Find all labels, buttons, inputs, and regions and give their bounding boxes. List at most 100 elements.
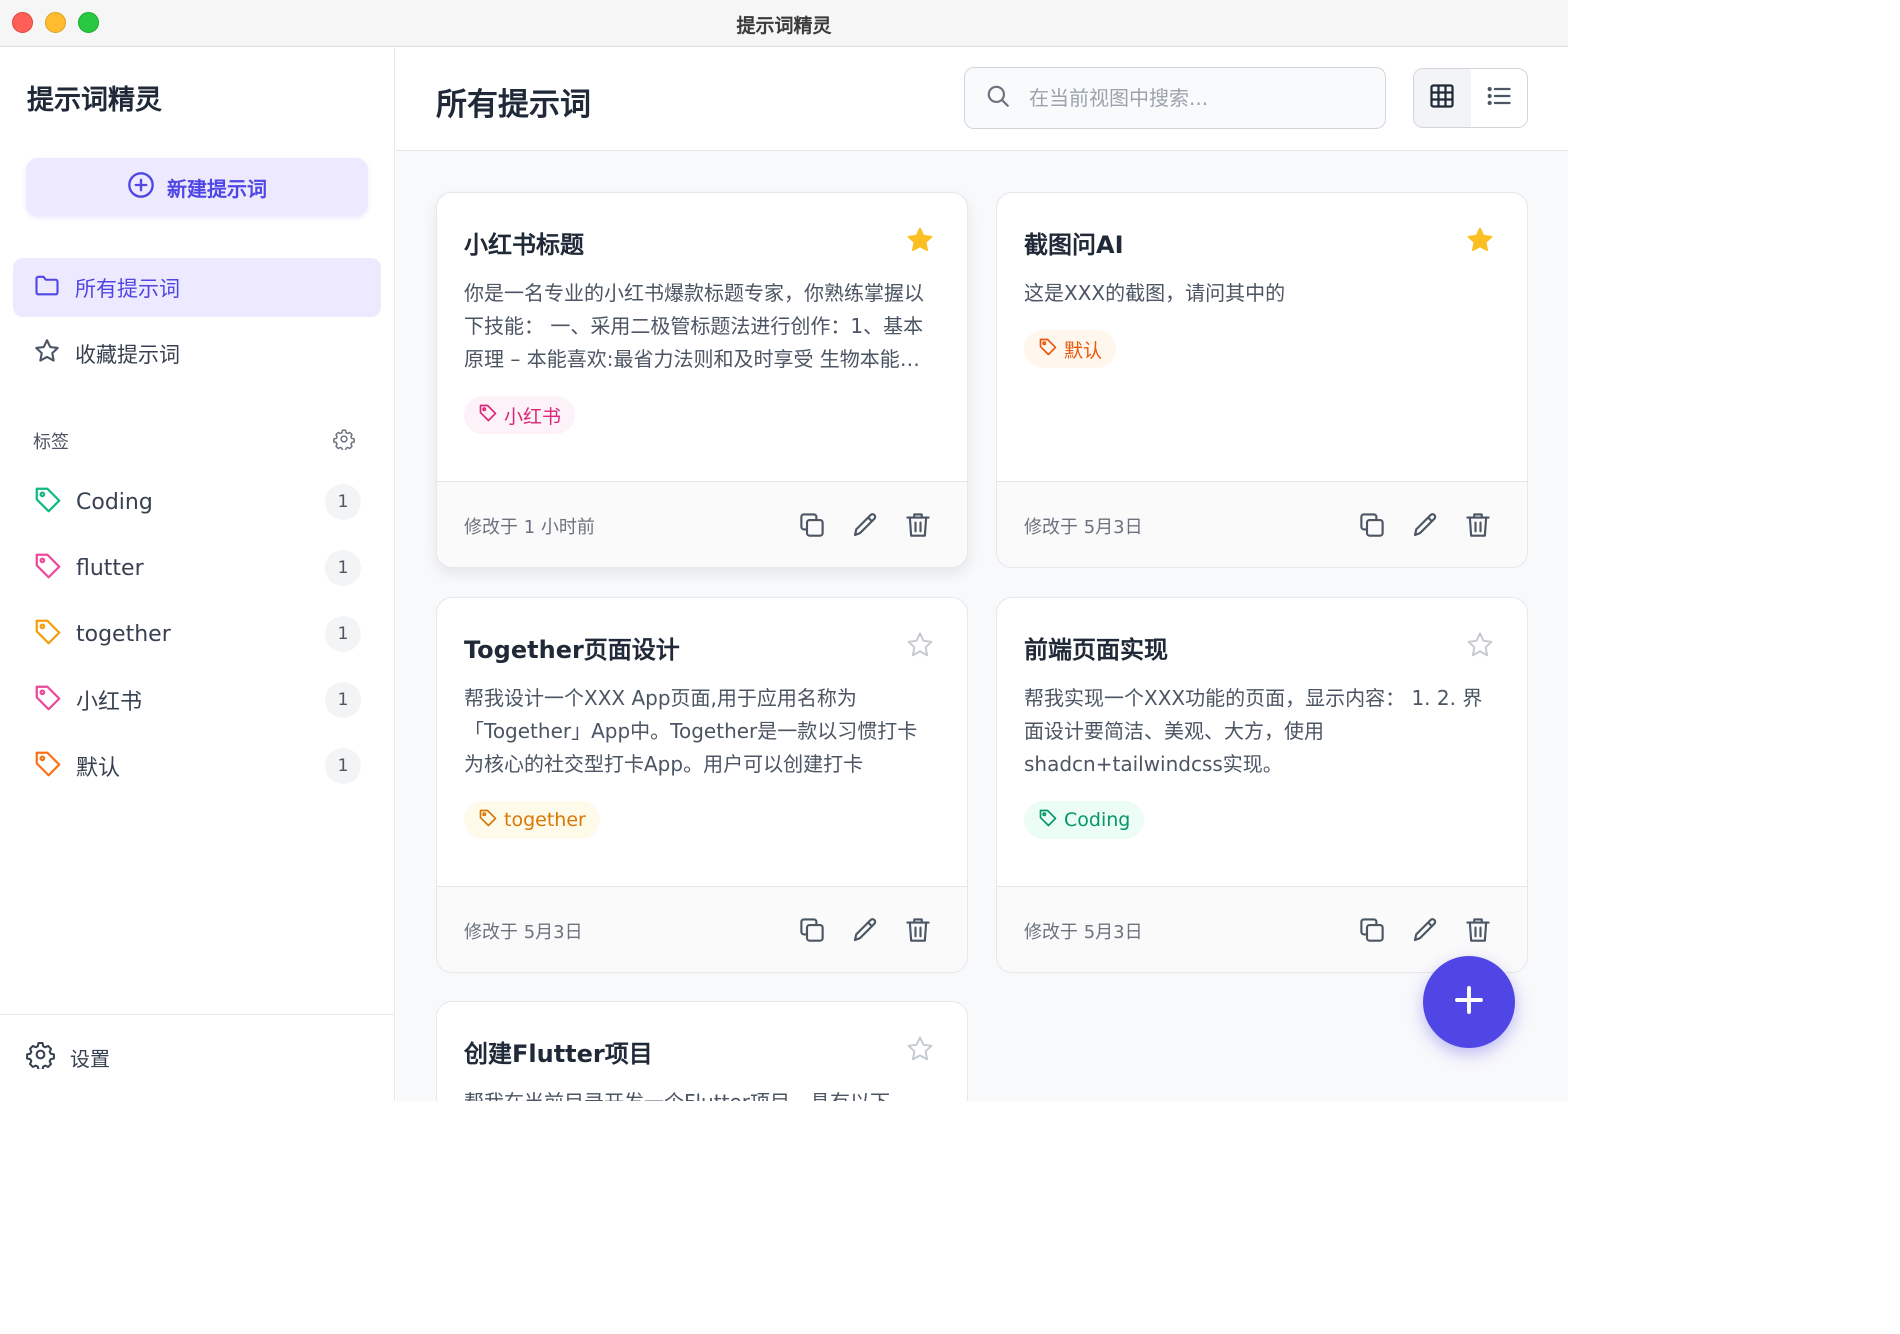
main-header: 所有提示词 <box>396 48 1568 151</box>
favorite-star-outline-icon[interactable] <box>905 630 935 660</box>
trash-icon[interactable] <box>1463 510 1493 540</box>
card-footer: 修改于 5月3日 <box>437 886 967 972</box>
modified-time: 修改于 5月3日 <box>464 922 583 943</box>
favorite-star-outline-icon[interactable] <box>1465 630 1495 660</box>
tag-name: together <box>76 621 171 647</box>
card-tag-label: 默认 <box>1064 339 1103 362</box>
list-icon <box>1485 82 1513 114</box>
edit-pencil-icon[interactable] <box>1410 510 1440 540</box>
tags-header: 标签 <box>33 428 355 454</box>
card-tag-label: 小红书 <box>504 405 562 428</box>
tag-settings-gear-icon[interactable] <box>333 428 355 454</box>
page-title: 所有提示词 <box>436 87 591 123</box>
grid-view-button[interactable] <box>1414 69 1471 127</box>
tag-icon <box>33 617 63 651</box>
new-prompt-label: 新建提示词 <box>167 176 267 201</box>
card-footer: 修改于 5月3日 <box>997 481 1527 567</box>
edit-pencil-icon[interactable] <box>850 915 880 945</box>
settings-button[interactable]: 设置 <box>26 1040 110 1074</box>
card-tag-chip[interactable]: Coding <box>1024 801 1145 839</box>
tag-count-badge: 1 <box>325 484 361 520</box>
new-prompt-button[interactable]: 新建提示词 <box>26 158 368 216</box>
card-description: 帮我设计一个XXX App页面,用于应用名称为「Together」App中。To… <box>464 686 918 776</box>
tag-icon <box>478 808 498 833</box>
edit-pencil-icon[interactable] <box>1410 915 1440 945</box>
card-title: 前端页面实现 <box>1024 636 1168 664</box>
settings-label: 设置 <box>70 1046 110 1071</box>
tag-name: flutter <box>76 555 144 581</box>
plus-icon <box>1451 982 1487 1022</box>
add-prompt-fab[interactable] <box>1423 956 1515 1048</box>
nav-all-prompts[interactable]: 所有提示词 <box>13 258 381 317</box>
plus-circle-icon <box>127 171 155 204</box>
edit-pencil-icon[interactable] <box>850 510 880 540</box>
sidebar-tag-xiaohongshu[interactable]: 小红书 1 <box>33 675 361 725</box>
title-bar: 提示词精灵 <box>0 0 1568 47</box>
favorite-star-outline-icon[interactable] <box>905 1034 935 1064</box>
card-title: Together页面设计 <box>464 636 680 664</box>
sidebar: 提示词精灵 新建提示词 所有提示词 收藏提示词 标签 Coding 1 flut… <box>0 48 395 1101</box>
card-tag-label: together <box>504 809 586 831</box>
folder-icon <box>33 271 61 304</box>
sidebar-tag-together[interactable]: together 1 <box>33 609 361 659</box>
nav-favorite-prompts[interactable]: 收藏提示词 <box>13 324 381 383</box>
card-tag-chip[interactable]: together <box>464 801 600 839</box>
search-box[interactable] <box>964 67 1386 129</box>
modified-time: 修改于 1 小时前 <box>464 517 595 538</box>
sidebar-tag-coding[interactable]: Coding 1 <box>33 477 361 527</box>
trash-icon[interactable] <box>903 915 933 945</box>
card-title: 创建Flutter项目 <box>464 1040 653 1068</box>
modified-time: 修改于 5月3日 <box>1024 517 1143 538</box>
card-description: 你是一名专业的小红书爆款标题专家，你熟练掌握以下技能： 一、采用二极管标题法进行… <box>464 281 924 371</box>
prompt-card[interactable]: Together页面设计 帮我设计一个XXX App页面,用于应用名称为「Tog… <box>436 597 968 973</box>
view-toggle <box>1413 68 1528 128</box>
tag-name: 默认 <box>76 756 121 781</box>
favorite-star-icon[interactable] <box>905 225 935 255</box>
tag-name: 小红书 <box>76 690 143 715</box>
card-tag-chip[interactable]: 默认 <box>1024 330 1117 368</box>
sidebar-tag-flutter[interactable]: flutter 1 <box>33 543 361 593</box>
prompt-card[interactable]: 创建Flutter项目 帮我在当前目录开发一个Flutter项目，具有以下 <box>436 1001 968 1101</box>
copy-icon[interactable] <box>1357 915 1387 945</box>
copy-icon[interactable] <box>1357 510 1387 540</box>
tag-count-badge: 1 <box>325 682 361 718</box>
gear-icon <box>26 1040 55 1074</box>
sidebar-divider <box>0 1014 395 1015</box>
grid-icon <box>1428 82 1456 114</box>
search-input[interactable] <box>1029 86 1359 110</box>
prompt-card[interactable]: 前端页面实现 帮我实现一个XXX功能的页面，显示内容： 1. 2. 界面设计要简… <box>996 597 1528 973</box>
tag-icon <box>33 551 63 585</box>
trash-icon[interactable] <box>903 510 933 540</box>
trash-icon[interactable] <box>1463 915 1493 945</box>
main-content: 所有提示词 小红书标题 你是一名专业的小红书爆款标题专 <box>396 48 1568 1101</box>
card-tag-chip[interactable]: 小红书 <box>464 396 576 434</box>
tag-icon <box>33 749 63 783</box>
tag-name: Coding <box>76 489 153 515</box>
sidebar-tag-default[interactable]: 默认 1 <box>33 741 361 791</box>
favorite-star-icon[interactable] <box>1465 225 1495 255</box>
tag-icon <box>33 683 63 717</box>
star-icon <box>33 337 61 370</box>
copy-icon[interactable] <box>797 510 827 540</box>
tag-count-badge: 1 <box>325 550 361 586</box>
prompt-card[interactable]: 小红书标题 你是一名专业的小红书爆款标题专家，你熟练掌握以下技能： 一、采用二极… <box>436 192 968 568</box>
card-footer: 修改于 1 小时前 <box>437 481 967 567</box>
tag-icon <box>33 485 63 519</box>
card-title: 截图问AI <box>1024 231 1124 259</box>
tags-title: 标签 <box>33 432 69 453</box>
tag-count-badge: 1 <box>325 748 361 784</box>
card-description: 帮我实现一个XXX功能的页面，显示内容： 1. 2. 界面设计要简洁、美观、大方… <box>1024 686 1483 776</box>
tag-icon <box>1038 808 1058 833</box>
card-description: 帮我在当前目录开发一个Flutter项目，具有以下 <box>464 1086 934 1101</box>
modified-time: 修改于 5月3日 <box>1024 922 1143 943</box>
card-title: 小红书标题 <box>464 231 584 259</box>
search-icon <box>985 83 1011 113</box>
list-view-button[interactable] <box>1471 69 1528 127</box>
window-title: 提示词精灵 <box>736 15 832 37</box>
tag-icon <box>478 403 498 428</box>
copy-icon[interactable] <box>797 915 827 945</box>
nav-all-label: 所有提示词 <box>75 276 180 301</box>
prompt-card[interactable]: 截图问AI 这是XXX的截图，请问其中的 默认 修改于 5月3日 <box>996 192 1528 568</box>
tag-count-badge: 1 <box>325 616 361 652</box>
card-description: 这是XXX的截图，请问其中的 <box>1024 281 1286 305</box>
